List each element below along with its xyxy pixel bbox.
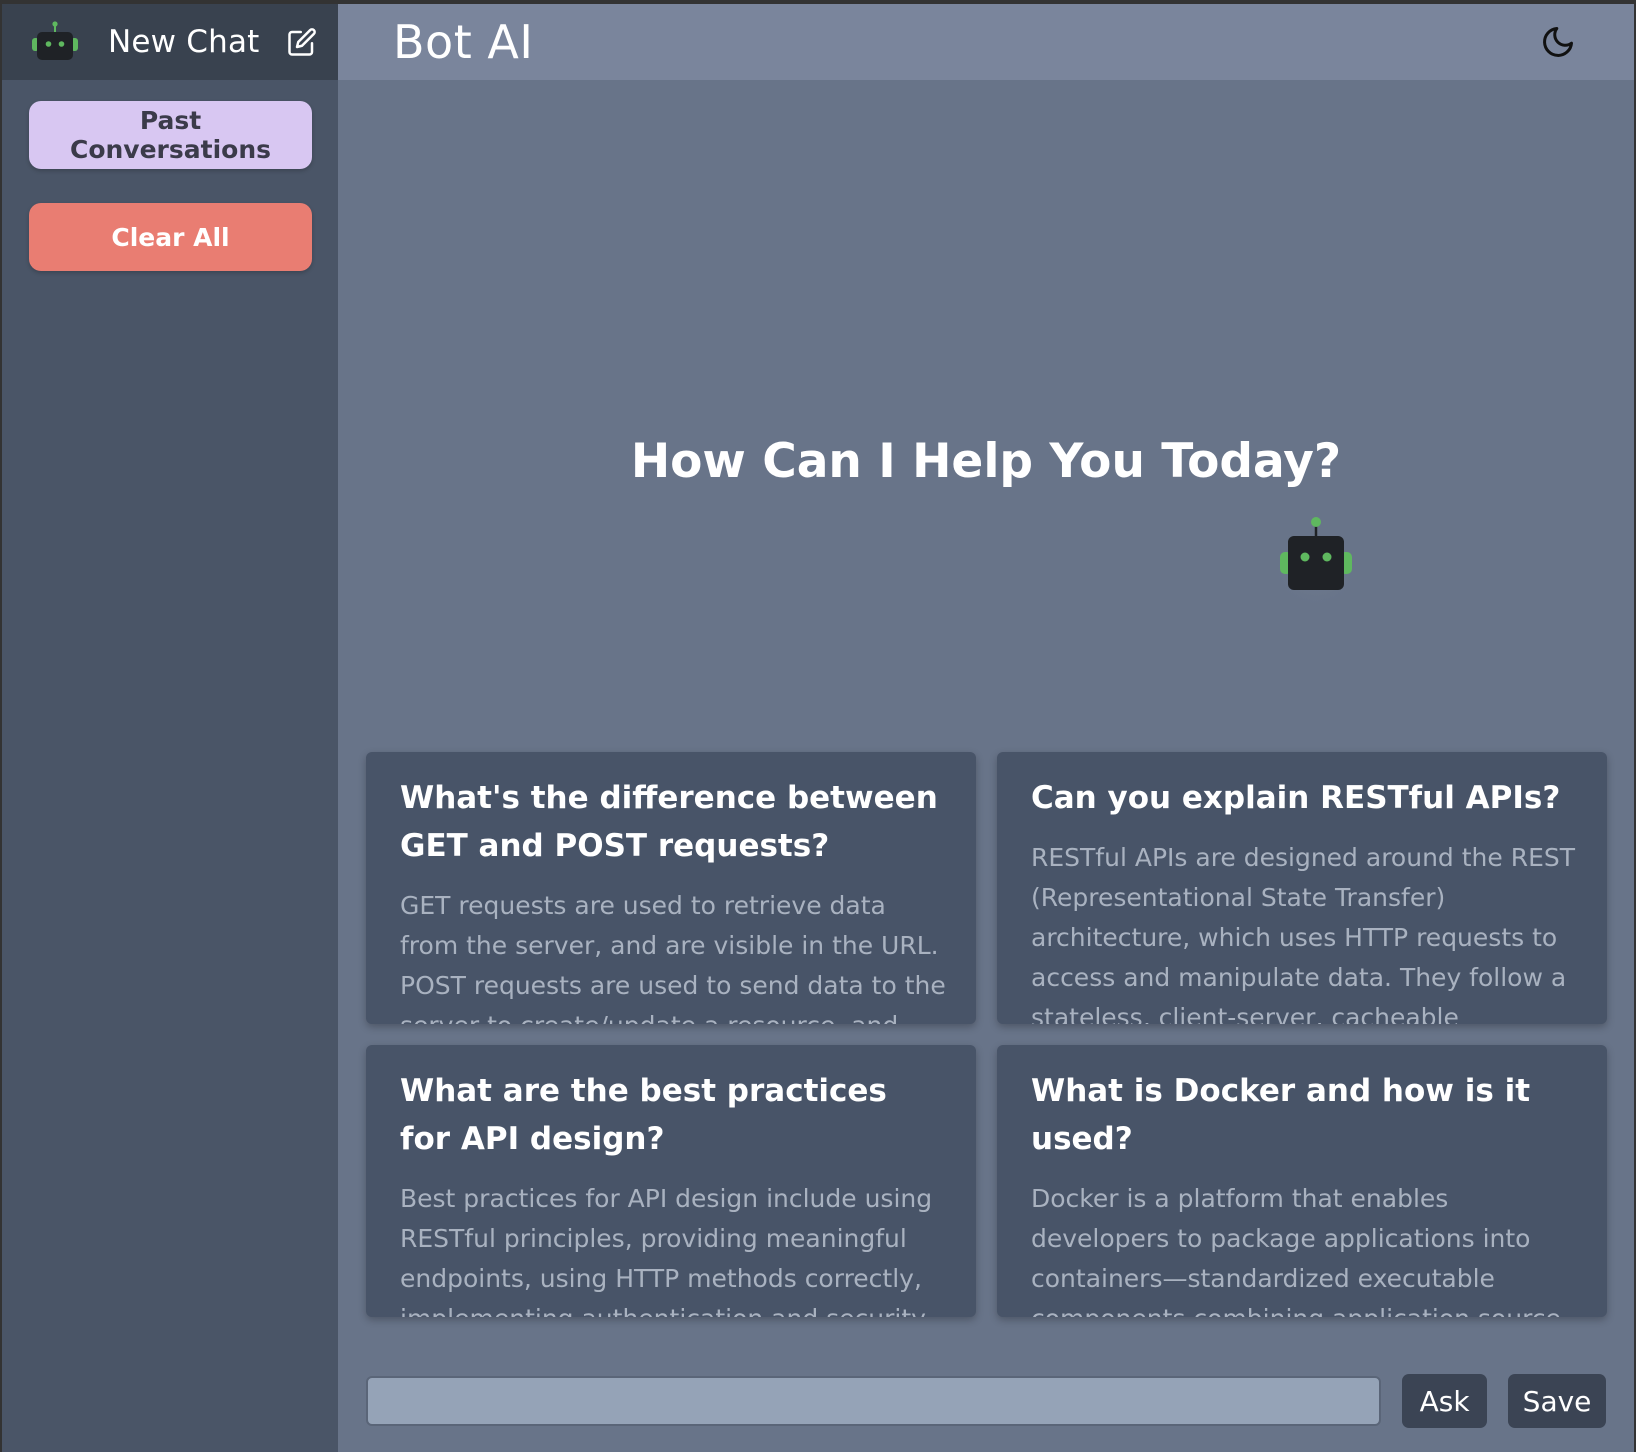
past-conversations-button[interactable]: Past Conversations	[29, 101, 312, 169]
sidebar-header[interactable]: New Chat	[2, 4, 338, 80]
new-chat-label[interactable]: New Chat	[108, 24, 260, 60]
moon-icon[interactable]	[1540, 24, 1576, 60]
suggestion-cards: What's the difference between GET and PO…	[366, 752, 1607, 1317]
suggestion-card-title: What is Docker and how is it used?	[1031, 1073, 1531, 1157]
suggestion-card-body: GET requests are used to retrieve data f…	[400, 891, 946, 1024]
new-chat-edit-button[interactable]	[286, 26, 318, 58]
app-title: Bot AI	[393, 15, 534, 69]
composer: Ask Save	[366, 1374, 1606, 1428]
suggestion-card-body: Best practices for API design include us…	[400, 1184, 934, 1317]
robot-logo-icon	[1270, 517, 1362, 606]
suggestion-card[interactable]: What is Docker and how is it used? Docke…	[997, 1045, 1607, 1317]
top-bar: Bot AI	[338, 4, 1634, 80]
ask-button[interactable]: Ask	[1402, 1374, 1488, 1428]
save-button[interactable]: Save	[1508, 1374, 1606, 1428]
clear-all-button[interactable]: Clear All	[29, 203, 312, 271]
suggestion-card[interactable]: Can you explain RESTful APIs? RESTful AP…	[997, 752, 1607, 1024]
suggestion-card-body: RESTful APIs are designed around the RES…	[1031, 843, 1576, 1024]
suggestion-card[interactable]: What's the difference between GET and PO…	[366, 752, 976, 1024]
suggestion-card-title: What are the best practices for API desi…	[400, 1073, 887, 1157]
suggestion-card[interactable]: What are the best practices for API desi…	[366, 1045, 976, 1317]
suggestion-card-title: Can you explain RESTful APIs?	[1031, 780, 1561, 816]
welcome-heading: How Can I Help You Today?	[630, 434, 1342, 489]
app-window: New Chat Past Conversations Clear All Bo…	[2, 4, 1634, 1452]
sidebar: New Chat Past Conversations Clear All	[2, 4, 338, 1452]
main-panel: Bot AI How Can I Help You Today? What's …	[338, 4, 1634, 1452]
suggestion-card-title: What's the difference between GET and PO…	[400, 780, 938, 864]
suggestion-card-body: Docker is a platform that enables develo…	[1031, 1184, 1561, 1317]
robot-logo-icon	[32, 21, 78, 60]
chat-input[interactable]	[366, 1376, 1382, 1426]
edit-icon	[287, 28, 316, 56]
